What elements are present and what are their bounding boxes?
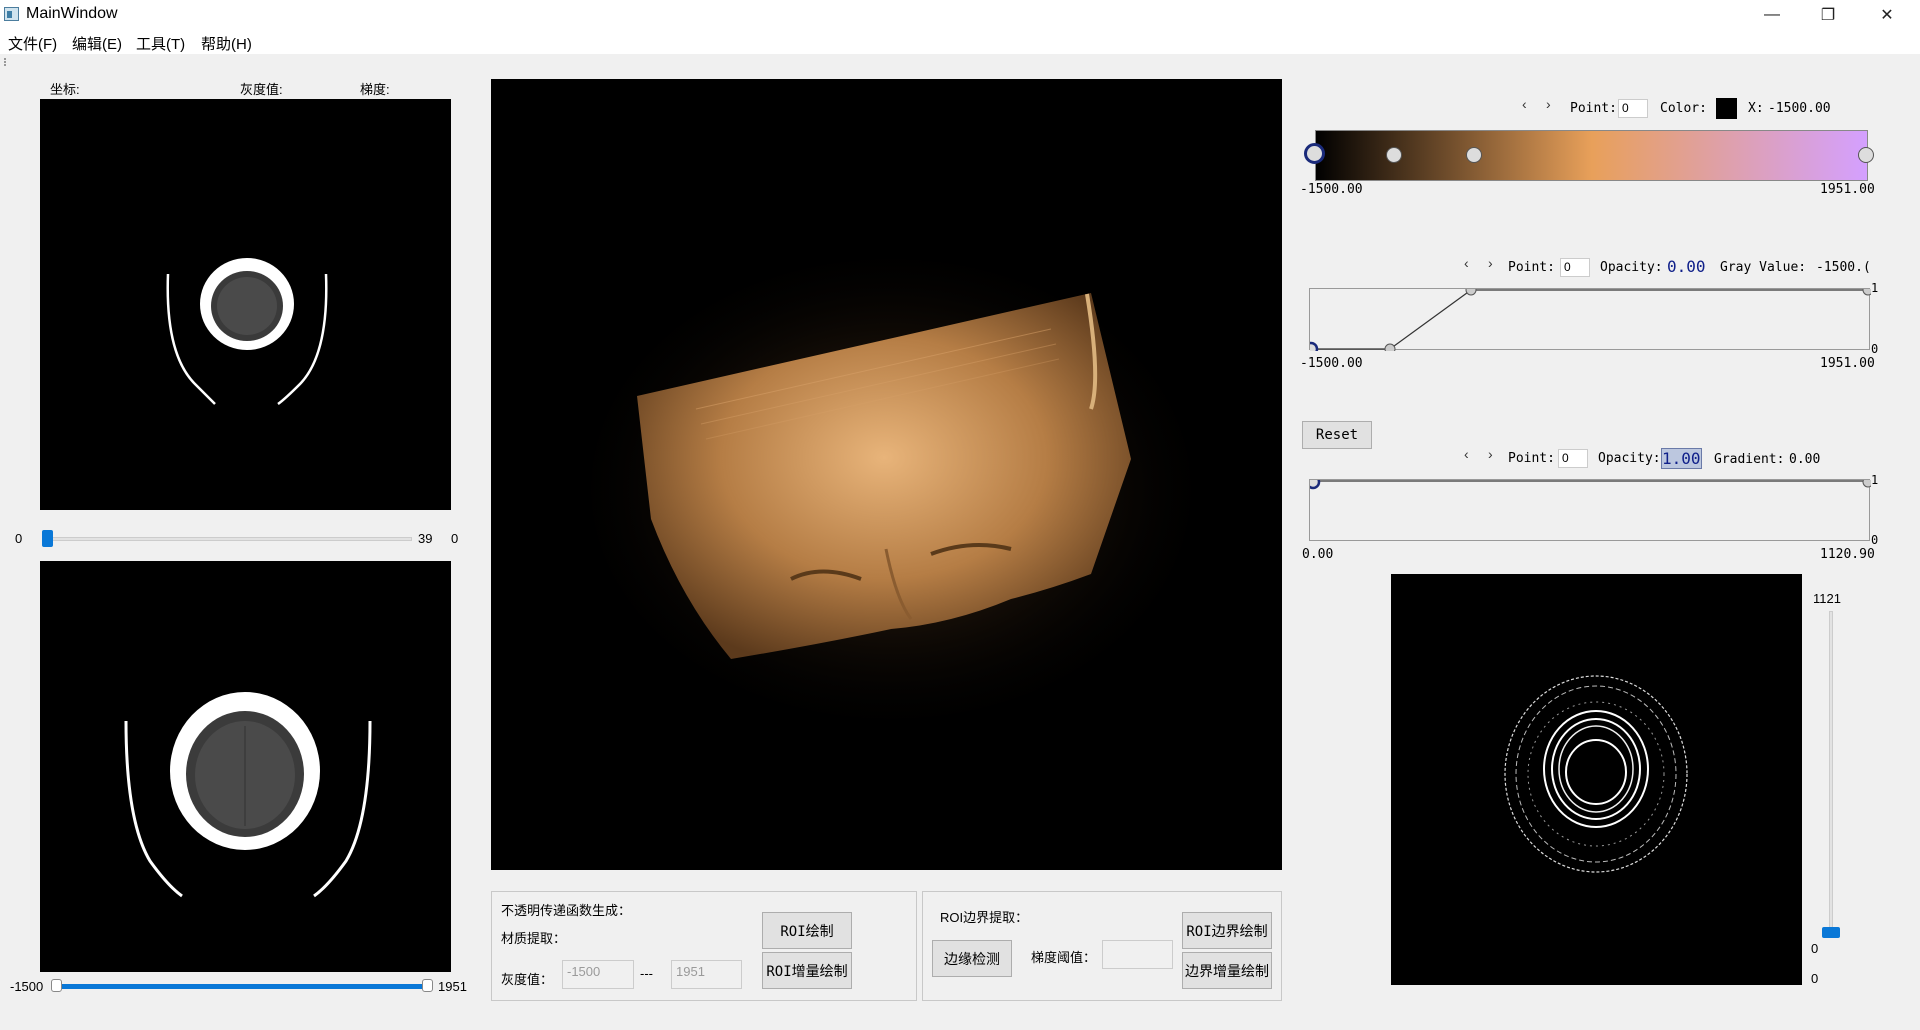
color-next-point-button[interactable]: › [1546, 96, 1551, 112]
range-slider-max: 1951 [438, 979, 467, 994]
gradient-label: 梯度: [360, 82, 390, 97]
close-button[interactable]: ✕ [1862, 0, 1912, 30]
boundary-incremental-draw-button[interactable]: 边界增量绘制 [1182, 952, 1272, 989]
gradient-threshold-input[interactable] [1102, 940, 1173, 969]
gradient-point-label: Point: [1508, 451, 1555, 466]
gray-range-slice-view[interactable] [40, 561, 451, 972]
slice-slider-value: 0 [451, 531, 459, 546]
range-slider-high-handle[interactable] [422, 979, 433, 992]
color-x-label: X: [1748, 101, 1764, 116]
gray-high-input[interactable]: 1951 [671, 960, 742, 989]
slice-slider-handle[interactable] [42, 530, 53, 547]
grad-slider-min: 0 [1811, 971, 1819, 986]
gradient-prev-point-button[interactable]: ‹ [1464, 446, 1469, 462]
slice-slider-track[interactable] [42, 537, 412, 541]
roi-boundary-draw-button[interactable]: ROI边界绘制 [1182, 912, 1272, 949]
gradient-threshold-label: 梯度阈值： [1031, 950, 1097, 965]
scalar-y-top: 1 [1871, 281, 1879, 295]
menu-bar: 文件(F) 编辑(E) 工具(T) 帮助(H) [0, 30, 1920, 54]
range-slider-low-handle[interactable] [51, 979, 62, 992]
app-icon [4, 7, 19, 21]
title-bar: MainWindow — ❐ ✕ [0, 0, 1920, 30]
material-extract-label: 材质提取： [501, 931, 567, 946]
color-node-3[interactable] [1858, 147, 1874, 163]
volume-render-view[interactable] [491, 79, 1282, 870]
range-slider-min: -1500 [10, 979, 44, 994]
scalar-opacity-value[interactable]: 0.00 [1667, 257, 1706, 276]
gradient-y-top: 1 [1871, 473, 1879, 487]
menu-edit[interactable]: 编辑(E) [72, 33, 122, 54]
opacity-gray-label: 灰度值： [501, 972, 554, 987]
scalar-opacity-graph[interactable] [1303, 284, 1874, 357]
ct-slice-large-image [124, 692, 372, 898]
toolbar-grip [4, 58, 8, 66]
maximize-button[interactable]: ❐ [1803, 0, 1853, 30]
gradient-next-point-button[interactable]: › [1488, 446, 1493, 462]
grad-slider-value: 0 [1811, 941, 1819, 956]
scalar-gray-value-label: Gray Value: [1720, 260, 1807, 275]
gradient-gradient-value: 0.00 [1789, 452, 1821, 467]
scalar-y-bottom: 0 [1871, 342, 1879, 356]
grad-slider-max: 1121 [1813, 591, 1841, 606]
scalar-prev-point-button[interactable]: ‹ [1464, 255, 1469, 271]
gradient-gradient-label: Gradient: [1714, 452, 1785, 467]
slice-slider-min: 0 [15, 531, 23, 546]
scalar-opacity-curve [1303, 284, 1874, 357]
menu-help[interactable]: 帮助(H) [201, 33, 252, 54]
color-point-label: Point: [1570, 101, 1617, 116]
color-swatch[interactable] [1716, 98, 1737, 119]
color-node-0[interactable] [1304, 143, 1325, 164]
gradient-point-spinbox[interactable]: 0 [1558, 449, 1588, 468]
gradient-y-bottom: 0 [1871, 533, 1879, 547]
color-prev-point-button[interactable]: ‹ [1522, 96, 1527, 112]
roi-incremental-draw-button[interactable]: ROI增量绘制 [762, 952, 852, 989]
scalar-point-label: Point: [1508, 260, 1555, 275]
menu-file[interactable]: 文件(F) [8, 33, 57, 54]
scalar-next-point-button[interactable]: › [1488, 255, 1493, 271]
gradient-min-label: 0.00 [1302, 547, 1334, 562]
scalar-point-spinbox[interactable]: 0 [1560, 258, 1590, 277]
window-title: MainWindow [26, 5, 118, 22]
gradient-opacity-value[interactable]: 1.00 [1661, 448, 1702, 469]
gradient-opacity-graph[interactable] [1305, 474, 1874, 541]
menu-tools[interactable]: 工具(T) [136, 33, 185, 54]
range-slider-track[interactable] [56, 984, 428, 989]
opacity-panel-title: 不透明传递函数生成： [501, 903, 632, 918]
minimize-button[interactable]: — [1747, 0, 1797, 30]
gray-value-label: 灰度值: [240, 82, 283, 97]
color-point-spinbox[interactable]: 0 [1618, 99, 1648, 118]
slice-slider-max: 39 [418, 531, 433, 546]
boundary-panel-title: ROI边界提取： [940, 910, 1029, 925]
color-max-label: 1951.00 [1820, 182, 1875, 197]
coord-label: 坐标: [50, 82, 80, 97]
edge-detection-image [1504, 675, 1688, 873]
ct-slice-small-image [166, 258, 328, 406]
grad-slider-handle[interactable] [1822, 927, 1840, 938]
color-min-label: -1500.00 [1300, 182, 1363, 197]
scalar-opacity-label: Opacity: [1600, 260, 1663, 275]
roi-draw-button[interactable]: ROI绘制 [762, 912, 852, 949]
scalar-min-label: -1500.00 [1300, 356, 1363, 371]
gray-low-input[interactable]: -1500 [562, 960, 634, 989]
color-node-2[interactable] [1466, 147, 1482, 163]
edge-detect-button[interactable]: 边缘检测 [932, 940, 1012, 977]
gradient-opacity-curve [1305, 474, 1874, 490]
volume-render-image [591, 259, 1191, 719]
scalar-gray-value: -1500.( [1816, 260, 1871, 275]
grad-slider-track[interactable] [1829, 611, 1833, 938]
color-label: Color: [1660, 101, 1707, 116]
scalar-max-label: 1951.00 [1820, 356, 1875, 371]
reset-button[interactable]: Reset [1302, 421, 1372, 449]
gradient-opacity-label: Opacity: [1598, 451, 1661, 466]
gradient-max-label: 1120.90 [1820, 547, 1875, 562]
axial-slice-view[interactable] [40, 99, 451, 510]
color-x-value: -1500.00 [1768, 101, 1831, 116]
color-node-1[interactable] [1386, 147, 1402, 163]
range-separator: --- [640, 966, 653, 981]
edge-detection-view[interactable] [1391, 574, 1802, 985]
